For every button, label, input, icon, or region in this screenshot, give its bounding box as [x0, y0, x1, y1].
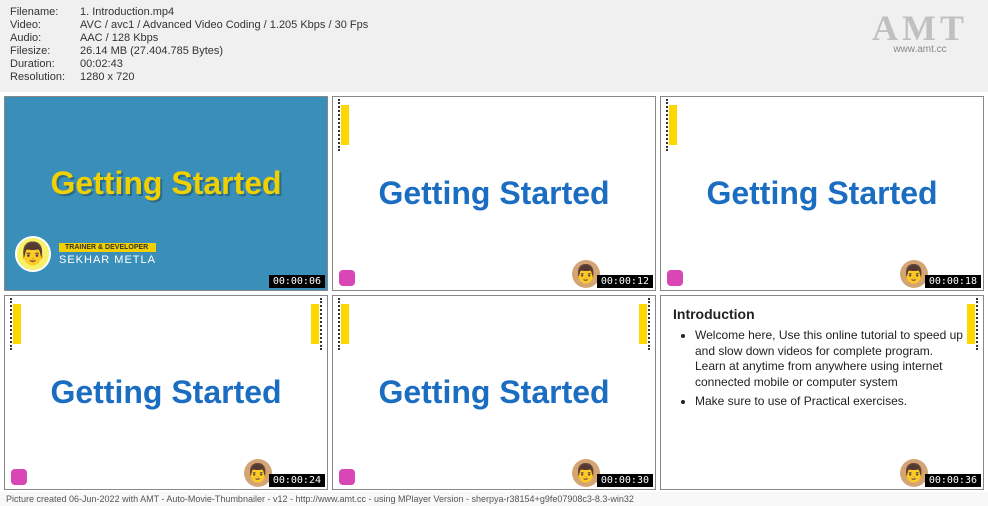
thumbnail-2: Getting Started 👨 00:00:12 — [332, 96, 656, 291]
decoration-icon — [669, 105, 677, 145]
timestamp: 00:00:18 — [925, 275, 981, 288]
badge-icon — [339, 270, 355, 286]
presenter-icon: 👨 — [572, 459, 600, 487]
presenter-icon: 👨 — [900, 459, 928, 487]
presenter-icon: 👨 — [244, 459, 272, 487]
thumbnail-1: Getting Started 👨 TRAINER & DEVELOPER SE… — [4, 96, 328, 291]
presenter-icon: 👨 — [572, 260, 600, 288]
value-filesize: 26.14 MB (27.404.785 Bytes) — [80, 45, 223, 57]
decoration-icon — [967, 304, 975, 344]
decoration-icon — [341, 105, 349, 145]
timestamp: 00:00:36 — [925, 474, 981, 487]
bullet-list: Welcome here, Use this online tutorial t… — [673, 328, 971, 410]
badge-icon — [667, 270, 683, 286]
decoration-icon — [311, 304, 319, 344]
avatar-icon: 👨 — [15, 236, 51, 272]
decoration-icon — [639, 304, 647, 344]
label-resolution: Resolution: — [10, 71, 80, 83]
metadata-header: Filename:1. Introduction.mp4 Video:AVC /… — [0, 0, 988, 92]
value-resolution: 1280 x 720 — [80, 71, 134, 83]
label-video: Video: — [10, 19, 80, 31]
label-filesize: Filesize: — [10, 45, 80, 57]
watermark: AMT www.amt.cc — [872, 10, 968, 55]
label-audio: Audio: — [10, 32, 80, 44]
presenter-role: TRAINER & DEVELOPER — [59, 243, 156, 252]
timestamp: 00:00:12 — [597, 275, 653, 288]
slide-title: Getting Started — [50, 165, 281, 202]
slide-title: Getting Started — [706, 175, 937, 212]
slide-heading: Introduction — [673, 306, 971, 322]
presenter-name: SEKHAR METLA — [59, 254, 156, 266]
bullet-item: Make sure to use of Practical exercises. — [695, 394, 971, 410]
value-duration: 00:02:43 — [80, 58, 123, 70]
slide-title: Getting Started — [50, 374, 281, 411]
badge-icon — [11, 469, 27, 485]
watermark-logo: AMT — [872, 10, 968, 46]
presenter-icon: 👨 — [900, 260, 928, 288]
value-audio: AAC / 128 Kbps — [80, 32, 158, 44]
thumbnail-6: Introduction Welcome here, Use this onli… — [660, 295, 984, 490]
timestamp: 00:00:06 — [269, 275, 325, 288]
label-duration: Duration: — [10, 58, 80, 70]
bullet-item: Welcome here, Use this online tutorial t… — [695, 328, 971, 390]
footer-text: Picture created 06-Jun-2022 with AMT - A… — [0, 492, 988, 506]
slide-title: Getting Started — [378, 175, 609, 212]
badge-icon — [339, 469, 355, 485]
value-filename: 1. Introduction.mp4 — [80, 6, 174, 18]
label-filename: Filename: — [10, 6, 80, 18]
thumbnail-3: Getting Started 👨 00:00:18 — [660, 96, 984, 291]
thumbnail-4: Getting Started 👨 00:00:24 — [4, 295, 328, 490]
value-video: AVC / avc1 / Advanced Video Coding / 1.2… — [80, 19, 368, 31]
thumbnail-grid: Getting Started 👨 TRAINER & DEVELOPER SE… — [0, 92, 988, 494]
presenter-block: 👨 TRAINER & DEVELOPER SEKHAR METLA — [15, 236, 156, 272]
decoration-icon — [13, 304, 21, 344]
thumbnail-5: Getting Started 👨 00:00:30 — [332, 295, 656, 490]
decoration-icon — [341, 304, 349, 344]
timestamp: 00:00:30 — [597, 474, 653, 487]
slide-title: Getting Started — [378, 374, 609, 411]
timestamp: 00:00:24 — [269, 474, 325, 487]
